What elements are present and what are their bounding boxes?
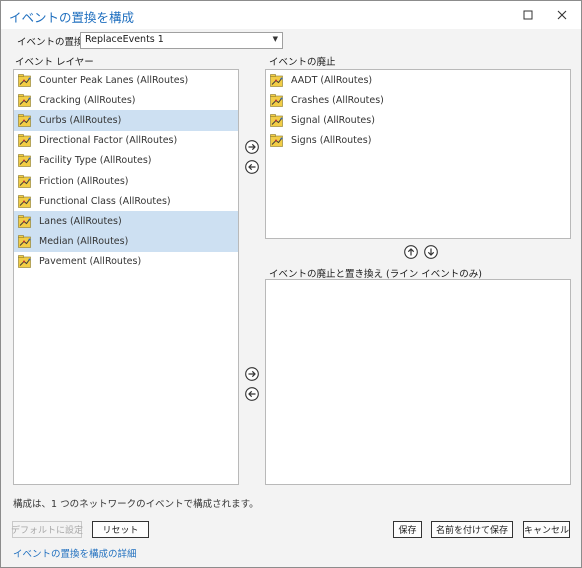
list-item[interactable]: Signal (AllRoutes) [266, 110, 570, 130]
set-default-button[interactable]: デフォルトに設定 [11, 521, 83, 538]
list-item-label: Pavement (AllRoutes) [39, 256, 142, 268]
list-item[interactable]: Directional Factor (AllRoutes) [14, 131, 238, 151]
event-layer-icon [270, 94, 283, 107]
list-item-label: Median (AllRoutes) [39, 236, 129, 248]
list-item[interactable]: Pavement (AllRoutes) [14, 252, 238, 272]
event-layer-icon [18, 255, 31, 268]
list-item[interactable]: Curbs (AllRoutes) [14, 110, 238, 131]
event-layer-icon [18, 134, 31, 147]
move-down-button[interactable] [424, 245, 438, 259]
list-item-label: Functional Class (AllRoutes) [39, 195, 171, 207]
save-as-button[interactable]: 名前を付けて保存 [431, 521, 513, 538]
dialog-title: イベントの置換を構成 [9, 10, 135, 25]
list-item-label: Facility Type (AllRoutes) [39, 155, 152, 167]
arrow-right-icon [245, 140, 259, 154]
close-button[interactable] [547, 1, 577, 29]
list-item-label: Crashes (AllRoutes) [291, 94, 384, 106]
reset-button[interactable]: リセット [92, 521, 149, 538]
list-item[interactable]: Median (AllRoutes) [14, 231, 238, 252]
arrow-up-icon [404, 245, 418, 259]
list-item-label: Curbs (AllRoutes) [39, 114, 122, 126]
minimize-button[interactable] [513, 1, 543, 29]
configure-replace-events-dialog: イベントの置換を構成 イベントの置換 ReplaceEvents 1 ▼ イベン… [0, 0, 582, 568]
close-icon [557, 10, 567, 20]
minimize-icon [523, 10, 533, 20]
list-item-label: Directional Factor (AllRoutes) [39, 135, 178, 147]
save-button[interactable]: 保存 [393, 521, 422, 538]
event-layers-list[interactable]: Counter Peak Lanes (AllRoutes) Cracking (… [13, 69, 239, 485]
list-item-label: Lanes (AllRoutes) [39, 215, 122, 227]
list-item-label: Counter Peak Lanes (AllRoutes) [39, 74, 189, 86]
event-layer-icon [18, 154, 31, 167]
list-item[interactable]: Crashes (AllRoutes) [266, 90, 570, 110]
event-layer-icon [18, 175, 31, 188]
event-layer-icon [18, 94, 31, 107]
title-bar: イベントの置換を構成 [1, 1, 581, 29]
add-to-retire-replace-button[interactable] [245, 367, 259, 381]
help-link[interactable]: イベントの置換を構成の詳細 [13, 546, 137, 560]
list-item-label: Signal (AllRoutes) [291, 114, 375, 126]
retire-events-list[interactable]: AADT (AllRoutes) Crashes (AllRoutes) Signa… [265, 69, 571, 239]
event-layer-icon [18, 114, 31, 127]
replace-events-select[interactable]: ReplaceEvents 1 ▼ [80, 32, 283, 49]
status-message: 構成は、1 つのネットワークのイベントで構成されます。 [13, 499, 259, 510]
retire-label: イベントの廃止 [269, 57, 336, 68]
arrow-left-icon [245, 160, 259, 174]
list-item[interactable]: Lanes (AllRoutes) [14, 211, 238, 232]
replace-events-label: イベントの置換 [17, 37, 84, 48]
remove-from-retire-replace-button[interactable] [245, 387, 259, 401]
remove-from-retire-button[interactable] [245, 160, 259, 174]
event-layer-icon [18, 215, 31, 228]
move-up-button[interactable] [404, 245, 418, 259]
list-item-label: Cracking (AllRoutes) [39, 94, 136, 106]
event-layer-icon [18, 74, 31, 87]
list-item-label: Friction (AllRoutes) [39, 175, 129, 187]
list-item[interactable]: Friction (AllRoutes) [14, 171, 238, 191]
list-item[interactable]: Cracking (AllRoutes) [14, 90, 238, 110]
arrow-left-icon [245, 387, 259, 401]
list-item[interactable]: AADT (AllRoutes) [266, 70, 570, 90]
list-item[interactable]: Facility Type (AllRoutes) [14, 151, 238, 171]
replace-events-value: ReplaceEvents 1 [85, 34, 164, 45]
retire-replace-events-list[interactable] [265, 279, 571, 485]
arrow-down-icon [424, 245, 438, 259]
list-item[interactable]: Counter Peak Lanes (AllRoutes) [14, 70, 238, 90]
chevron-down-icon: ▼ [272, 35, 278, 43]
event-layer-icon [270, 74, 283, 87]
add-to-retire-button[interactable] [245, 140, 259, 154]
list-item-label: Signs (AllRoutes) [291, 135, 372, 147]
arrow-right-icon [245, 367, 259, 381]
list-item[interactable]: Signs (AllRoutes) [266, 131, 570, 151]
list-item[interactable]: Functional Class (AllRoutes) [14, 191, 238, 211]
event-layer-icon [18, 235, 31, 248]
retire-replace-label: イベントの廃止と置き換え (ライン イベントのみ) [269, 269, 482, 280]
cancel-button[interactable]: キャンセル [523, 521, 570, 538]
event-layers-label: イベント レイヤー [15, 57, 94, 68]
list-item-label: AADT (AllRoutes) [291, 74, 373, 86]
event-layer-icon [270, 134, 283, 147]
event-layer-icon [18, 195, 31, 208]
event-layer-icon [270, 114, 283, 127]
